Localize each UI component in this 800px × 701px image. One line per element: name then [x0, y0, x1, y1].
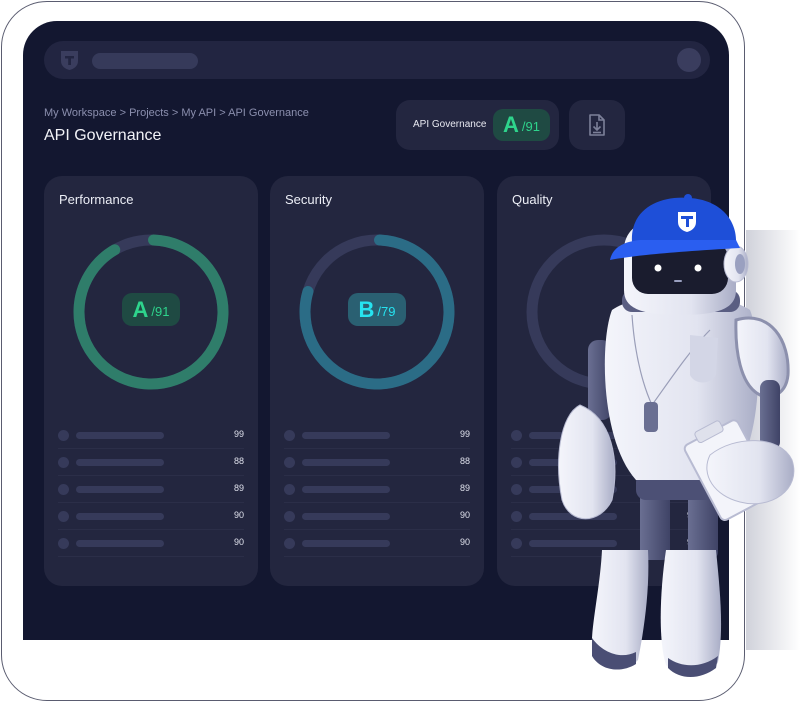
status-dot	[58, 484, 69, 495]
grade-score: /91	[151, 303, 170, 319]
metric-placeholder	[76, 513, 164, 520]
governance-summary: API Governance A /91	[396, 100, 559, 150]
card-title: Security	[285, 192, 332, 207]
metric-value: 90	[459, 537, 470, 547]
metric-placeholder	[76, 540, 164, 547]
grade-letter: A	[132, 296, 149, 322]
list-item[interactable]: 99	[58, 422, 244, 449]
metric-list: 99 88 89 90 90	[284, 422, 470, 557]
security-grade-badge: B /79	[348, 293, 406, 326]
right-arm-joint	[760, 380, 780, 450]
file-download-icon	[589, 114, 605, 136]
list-item[interactable]: 90	[58, 503, 244, 530]
list-item[interactable]: 88	[58, 449, 244, 476]
status-dot	[284, 430, 295, 441]
grade-score: /79	[377, 303, 396, 319]
search-bar[interactable]	[92, 53, 198, 69]
list-item[interactable]: 90	[58, 530, 244, 557]
pocket	[690, 335, 718, 383]
metric-placeholder	[302, 432, 390, 439]
status-dot	[284, 457, 295, 468]
status-dot	[284, 484, 295, 495]
list-item[interactable]: 89	[58, 476, 244, 503]
right-boot	[660, 550, 722, 676]
status-dot	[58, 538, 69, 549]
metric-placeholder	[76, 459, 164, 466]
governance-label: API Governance	[413, 119, 487, 130]
performance-grade-badge: A /91	[122, 293, 180, 326]
metric-placeholder	[76, 486, 164, 493]
metric-placeholder	[302, 540, 390, 547]
status-dot	[284, 538, 295, 549]
whistle-icon	[644, 402, 658, 432]
robot-mascot-illustration	[558, 194, 795, 677]
eye-right	[694, 264, 702, 272]
user-avatar-icon[interactable]	[677, 48, 701, 72]
metric-placeholder	[302, 513, 390, 520]
metric-value: 88	[459, 456, 470, 466]
status-dot	[58, 511, 69, 522]
governance-grade-badge: A /91	[493, 109, 550, 141]
top-bar	[44, 41, 710, 79]
status-dot	[511, 484, 522, 495]
status-dot	[511, 511, 522, 522]
shield-t-logo-icon[interactable]	[60, 50, 79, 71]
list-item[interactable]: 99	[284, 422, 470, 449]
grade-score: /91	[521, 119, 540, 134]
list-item[interactable]: 90	[284, 503, 470, 530]
metric-value: 88	[233, 456, 244, 466]
left-hand	[558, 404, 616, 520]
metric-value: 99	[233, 429, 244, 439]
list-item[interactable]: 90	[284, 530, 470, 557]
status-dot	[511, 457, 522, 468]
status-dot	[58, 457, 69, 468]
grade-letter: B	[358, 296, 375, 322]
metric-value: 89	[459, 483, 470, 493]
card-title: Performance	[59, 192, 134, 207]
metric-list: 99 88 89 90 90	[58, 422, 244, 557]
metric-placeholder	[302, 459, 390, 466]
metric-placeholder	[76, 432, 164, 439]
metric-value: 90	[233, 510, 244, 520]
security-card[interactable]: Security B /79 99 88 89 90 90	[270, 176, 484, 586]
status-dot	[284, 511, 295, 522]
metric-value: 90	[459, 510, 470, 520]
eye-left	[654, 264, 662, 272]
metric-value: 99	[459, 429, 470, 439]
status-dot	[511, 430, 522, 441]
export-button[interactable]	[569, 100, 625, 150]
status-dot	[58, 430, 69, 441]
mouth	[674, 280, 682, 282]
metric-placeholder	[302, 486, 390, 493]
metric-value: 89	[233, 483, 244, 493]
grade-letter: A	[503, 112, 519, 137]
list-item[interactable]: 88	[284, 449, 470, 476]
page-title: API Governance	[44, 127, 162, 144]
performance-card[interactable]: Performance A /91 99 88 89 90 90	[44, 176, 258, 586]
breadcrumb[interactable]: My Workspace > Projects > My API > API G…	[44, 107, 309, 119]
list-item[interactable]: 89	[284, 476, 470, 503]
status-dot	[511, 538, 522, 549]
left-leg-joint	[640, 490, 670, 560]
metric-value: 90	[233, 537, 244, 547]
